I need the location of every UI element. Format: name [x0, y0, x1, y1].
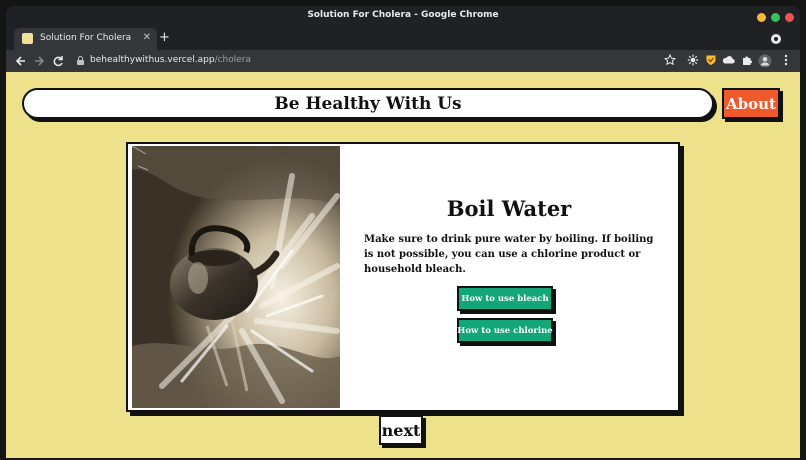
window-title: Solution For Cholera - Google Chrome	[307, 10, 499, 20]
more-menu-icon[interactable]	[779, 54, 792, 68]
minimize-button[interactable]	[757, 13, 766, 22]
title-bar: Solution For Cholera - Google Chrome	[6, 6, 800, 28]
tab-close-icon[interactable]: ✕	[143, 31, 151, 45]
shield-extension-icon[interactable]	[704, 54, 717, 68]
lock-icon[interactable]	[77, 56, 84, 65]
page-viewport: Be Healthy With Us About Boil Water Make…	[6, 72, 800, 458]
next-label: next	[381, 420, 421, 440]
how-to-use-bleach-button[interactable]: How to use bleach	[457, 286, 553, 311]
maximize-button[interactable]	[771, 13, 780, 22]
settings-gear-icon[interactable]	[686, 54, 699, 68]
site-title[interactable]: Be Healthy With Us	[274, 94, 461, 114]
puzzle-extensions-icon[interactable]	[740, 54, 753, 68]
profile-avatar-icon[interactable]	[758, 54, 772, 68]
favicon-icon	[22, 33, 33, 44]
card-content: Boil Water Make sure to drink pure water…	[364, 144, 654, 410]
reload-icon[interactable]	[51, 53, 65, 69]
how-to-use-chlorine-button[interactable]: How to use chlorine	[457, 318, 553, 343]
about-button[interactable]: About	[722, 88, 780, 119]
url-host: behealthywithus.vercel.app	[90, 55, 215, 65]
card-description: Make sure to drink pure water by boiling…	[364, 234, 654, 275]
address-bar[interactable]: behealthywithus.vercel.app/cholera	[90, 55, 251, 65]
site-header: Be Healthy With Us	[22, 88, 714, 119]
boiling-kettle-photo	[132, 146, 340, 408]
tab-strip: Solution For Cholera ✕ +	[6, 28, 800, 50]
bookmark-star-icon[interactable]	[663, 53, 676, 68]
close-window-button[interactable]	[785, 13, 794, 22]
new-tab-button[interactable]: +	[159, 31, 170, 45]
bleach-button-label: How to use bleach	[461, 293, 549, 304]
about-label: About	[726, 94, 776, 113]
cloud-extension-icon[interactable]	[722, 54, 735, 68]
forward-arrow-icon[interactable]	[32, 53, 46, 69]
browser-toolbar: behealthywithus.vercel.app/cholera	[6, 50, 800, 72]
solution-card: Boil Water Make sure to drink pure water…	[126, 142, 680, 412]
url-path: /cholera	[214, 55, 252, 65]
back-arrow-icon[interactable]	[14, 53, 28, 69]
browser-window: Solution For Cholera - Google Chrome Sol…	[6, 6, 800, 458]
tab-title: Solution For Cholera	[40, 33, 132, 43]
tab-search-icon[interactable]	[771, 34, 781, 44]
card-title: Boil Water	[446, 196, 572, 221]
tab-solution-for-cholera[interactable]: Solution For Cholera ✕	[14, 28, 157, 50]
chlorine-button-label: How to use chlorine	[457, 325, 553, 336]
next-button[interactable]: next	[379, 415, 423, 445]
